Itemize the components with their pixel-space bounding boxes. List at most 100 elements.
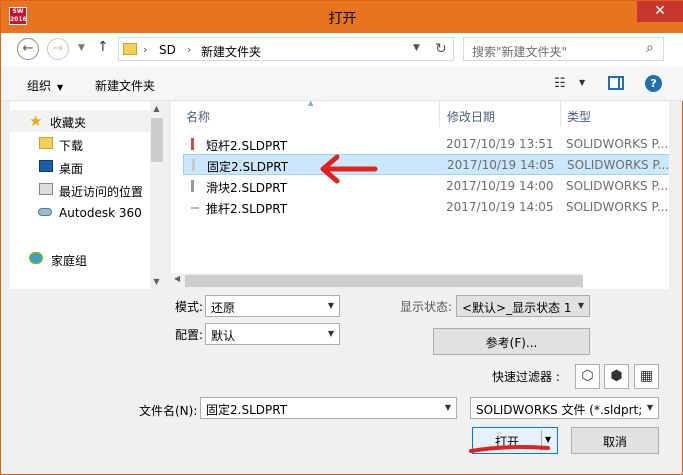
references-button[interactable]: 参考(F)... (433, 328, 590, 355)
forward-button[interactable]: → (47, 38, 69, 60)
file-row[interactable]: 短杆2.SLDPRT 2017/10/19 13:51 SOLIDWORKS P… (183, 134, 669, 155)
column-header-type[interactable]: 类型 (567, 108, 591, 125)
sldprt-file-icon (191, 207, 199, 209)
display-state-value: <默认>_显示状态 1 (462, 301, 572, 315)
sidebar-item-homegroup[interactable]: 家庭组 (10, 248, 150, 270)
help-icon[interactable]: ? (645, 75, 662, 92)
search-box[interactable]: 搜索"新建文件夹" ⌕ (463, 37, 664, 61)
filename-value: 固定2.SLDPRT (206, 403, 288, 417)
search-icon[interactable]: ⌕ (646, 40, 654, 56)
organize-button[interactable]: 组织 ▼ (27, 77, 63, 94)
back-button[interactable]: ← (17, 38, 39, 60)
navigation-bar: ← → ▼ ↑ › SD › 新建文件夹 ▼ ↻ 搜索"新建文件夹" ⌕ (1, 33, 683, 67)
display-state-label: 显示状态: (400, 300, 453, 314)
file-name: 固定2.SLDPRT (207, 160, 289, 174)
file-date: 2017/10/19 13:51 (446, 137, 554, 151)
scroll-left-icon[interactable]: ◀ (174, 274, 180, 283)
sidebar-item-favorites[interactable]: ★ 收藏夹 (10, 110, 150, 132)
cloud-icon (38, 208, 52, 216)
mode-select[interactable]: 还原 ▼ (205, 295, 340, 317)
open-dialog: SW 2016 打开 ✕ ← → ▼ ↑ › SD › 新建文件夹 ▼ ↻ 搜索… (0, 0, 683, 475)
scrollbar-thumb[interactable] (185, 275, 583, 287)
display-state-select[interactable]: <默认>_显示状态 1 ▼ (456, 295, 590, 317)
filename-input[interactable]: 固定2.SLDPRT ▼ (200, 397, 457, 419)
filter-drawings-icon[interactable]: ▦ (634, 364, 659, 389)
file-date: 2017/10/19 14:05 (447, 158, 555, 172)
red-annotation-underline-icon (469, 445, 550, 453)
sidebar-item-label: 下载 (59, 139, 84, 153)
filter-assemblies-icon[interactable]: ⬢ (604, 364, 629, 389)
references-button-label: 参考(F)... (485, 336, 538, 350)
sidebar-item-desktop[interactable]: 桌面 (10, 156, 150, 178)
filter-parts-icon[interactable]: ⬡ (575, 364, 600, 389)
sldprt-file-icon (191, 138, 194, 150)
mode-value: 还原 (211, 301, 236, 315)
config-label: 配置: (175, 328, 204, 342)
sidebar-item-label: 家庭组 (51, 254, 88, 268)
cancel-button-label: 取消 (602, 435, 627, 449)
command-toolbar: 组织 ▼ 新建文件夹 ☷ ▼ ? (1, 67, 683, 101)
sidebar-item-label: 最近访问的位置 (59, 185, 144, 199)
config-value: 默认 (211, 329, 236, 343)
chevron-down-icon: ▼ (644, 403, 653, 412)
navigation-pane-scrollbar[interactable]: ▲ ▼ (150, 101, 163, 289)
sldprt-file-icon (191, 180, 194, 192)
sidebar-item-label: 桌面 (59, 162, 84, 176)
config-select[interactable]: 默认 ▼ (205, 323, 340, 345)
column-header-date[interactable]: 修改日期 (447, 108, 495, 125)
view-options-icon[interactable]: ☷ (554, 76, 566, 91)
search-input[interactable]: 搜索"新建文件夹" (472, 43, 567, 60)
recent-places-icon (39, 183, 53, 195)
file-type-select[interactable]: SOLIDWORKS 文件 (*.sldprt; ▼ (470, 397, 659, 419)
red-annotation-arrow-icon (320, 154, 378, 184)
title-bar[interactable]: SW 2016 打开 ✕ (1, 1, 683, 33)
sidebar-item-downloads[interactable]: 下载 (10, 133, 150, 155)
file-date: 2017/10/19 14:00 (446, 179, 554, 193)
navigation-pane: ★ 收藏夹 下载 桌面 最近访问的位置 Autodesk 360 家庭组 ▲ ▼ (10, 101, 163, 289)
scroll-down-icon[interactable]: ▼ (150, 277, 163, 286)
sldprt-file-icon (192, 159, 195, 171)
file-name: 滑块2.SLDPRT (206, 181, 288, 195)
refresh-icon[interactable]: ↻ (435, 41, 447, 57)
up-button[interactable]: ↑ (97, 39, 109, 55)
file-list-scrollbar[interactable]: ◀ (171, 273, 583, 289)
file-type: SOLIDWORKS P... (566, 137, 669, 151)
organize-label: 组织 (27, 79, 52, 93)
sidebar-item-recent-places[interactable]: 最近访问的位置 (10, 179, 150, 201)
sidebar-item-label: Autodesk 360 (59, 206, 142, 220)
sidebar-item-label: 收藏夹 (50, 116, 87, 130)
column-divider[interactable] (560, 101, 561, 127)
close-button[interactable]: ✕ (637, 1, 683, 22)
file-row[interactable]: 推杆2.SLDPRT 2017/10/19 14:05 SOLIDWORKS P… (183, 197, 669, 218)
quick-filter-label: 快速过滤器 : (492, 370, 560, 384)
recent-locations-dropdown-icon[interactable]: ▼ (78, 43, 85, 53)
scroll-up-icon[interactable]: ▲ (150, 104, 163, 113)
view-dropdown-icon[interactable]: ▼ (579, 78, 585, 87)
download-folder-icon (39, 137, 53, 149)
address-bar[interactable]: › SD › 新建文件夹 ▼ ↻ (118, 37, 454, 61)
breadcrumb-sd[interactable]: SD (159, 43, 176, 57)
folder-icon (123, 43, 137, 55)
filename-label: 文件名(N): (139, 404, 198, 418)
new-folder-button[interactable]: 新建文件夹 (95, 77, 155, 94)
address-dropdown-icon[interactable]: ▼ (413, 43, 420, 53)
file-row[interactable]: 滑块2.SLDPRT 2017/10/19 14:00 SOLIDWORKS P… (183, 176, 669, 197)
mode-label: 模式: (175, 300, 204, 314)
column-divider[interactable] (439, 101, 440, 127)
column-header-name[interactable]: 名称 (186, 108, 210, 125)
sidebar-item-autodesk-360[interactable]: Autodesk 360 (10, 202, 150, 224)
homegroup-icon (29, 252, 43, 264)
chevron-down-icon: ▼ (57, 83, 64, 92)
scrollbar-thumb[interactable] (151, 118, 163, 162)
file-row-selected[interactable]: 固定2.SLDPRT 2017/10/19 14:05 SOLIDWORKS P… (183, 154, 669, 175)
file-type-value: SOLIDWORKS 文件 (*.sldprt; (476, 403, 643, 417)
file-list: 名称 ▲ 修改日期 类型 短杆2.SLDPRT 2017/10/19 13:51… (171, 101, 669, 289)
chevron-down-icon: ▼ (327, 329, 334, 338)
chevron-down-icon: ▼ (444, 403, 451, 412)
star-icon: ★ (29, 112, 43, 130)
breadcrumb-separator-icon: › (143, 43, 148, 56)
cancel-button[interactable]: 取消 (571, 427, 659, 454)
chevron-down-icon: ▼ (577, 301, 584, 310)
breadcrumb-new-folder[interactable]: 新建文件夹 (201, 43, 261, 60)
preview-pane-icon[interactable] (608, 76, 624, 90)
